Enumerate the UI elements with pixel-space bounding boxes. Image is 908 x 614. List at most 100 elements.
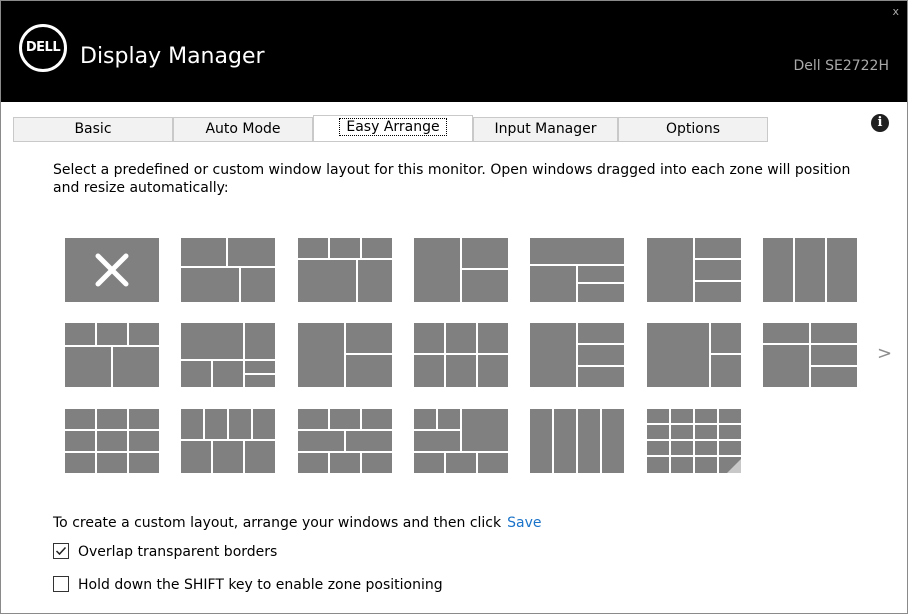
tab-auto-mode[interactable]: Auto Mode	[173, 117, 313, 141]
layout-zone	[245, 323, 275, 359]
layout-zone	[695, 238, 741, 258]
layout-zone	[578, 284, 624, 302]
layout-zone	[671, 409, 693, 423]
layout-option-4-columns[interactable]	[530, 409, 624, 473]
layout-option-4x3-custom[interactable]	[647, 409, 741, 473]
shift-key-label: Hold down the SHIFT key to enable zone p…	[78, 577, 443, 593]
app-window: DELL Display Manager Dell SE2722H x Basi…	[0, 0, 908, 614]
layout-zone	[129, 431, 159, 451]
layout-zone	[462, 409, 508, 451]
layout-option-4top-3bottom[interactable]	[181, 409, 275, 473]
layout-option-3x2-grid[interactable]	[65, 409, 159, 473]
layout-zone	[711, 355, 741, 387]
layout-zone	[811, 323, 857, 343]
layout-option-3-col-split-left[interactable]	[763, 323, 857, 387]
layout-zone	[414, 453, 444, 473]
layout-zone	[362, 409, 392, 429]
layout-option-3top-2bottom[interactable]	[298, 238, 392, 302]
layout-zone	[298, 453, 328, 473]
layout-zone	[181, 441, 211, 473]
layout-option-3-columns[interactable]	[763, 238, 857, 302]
layout-zone	[181, 323, 243, 359]
save-link[interactable]: Save	[507, 515, 541, 531]
layout-option-3top-2bottom-wide[interactable]	[65, 323, 159, 387]
tab-options[interactable]: Options	[618, 117, 768, 141]
layout-zone	[129, 323, 159, 345]
layout-zone	[298, 431, 344, 451]
layout-zone	[97, 323, 127, 345]
layout-option-left-3right[interactable]	[530, 323, 624, 387]
layout-zone	[602, 409, 624, 473]
layout-zone	[330, 453, 360, 473]
layout-zone	[462, 238, 508, 268]
layout-zone	[414, 238, 460, 302]
layout-zone	[229, 409, 251, 439]
layout-zone	[346, 431, 392, 451]
next-page-arrow[interactable]: >	[877, 343, 892, 365]
layout-zone	[827, 238, 857, 302]
layout-zone	[462, 270, 508, 302]
layout-zone	[578, 266, 624, 282]
description-text: Select a predefined or custom window lay…	[53, 162, 851, 196]
close-button[interactable]: x	[892, 5, 899, 19]
layout-zone	[578, 367, 624, 387]
tab-basic[interactable]: Basic	[13, 117, 173, 141]
layout-zone	[554, 409, 576, 473]
layout-option-left-right-split-right-2[interactable]	[530, 238, 624, 302]
layout-zone	[671, 441, 693, 455]
info-icon[interactable]: i	[871, 114, 889, 132]
layout-zone	[253, 409, 275, 439]
layout-zone	[228, 238, 275, 266]
layout-zone	[330, 238, 360, 258]
layout-zone	[181, 238, 226, 266]
layout-zone	[414, 409, 436, 429]
layout-option-none[interactable]	[65, 238, 159, 302]
tab-easy-arrange[interactable]: Easy Arrange	[313, 115, 473, 142]
layout-zone	[671, 425, 693, 439]
layout-zone	[763, 323, 809, 343]
layout-zone	[414, 323, 444, 353]
layout-zone	[530, 266, 576, 302]
layout-zone	[478, 323, 508, 353]
layout-option-4top-3bottom-wide[interactable]	[414, 409, 508, 473]
shift-key-option[interactable]: Hold down the SHIFT key to enable zone p…	[53, 576, 443, 594]
layout-option-left-right-split-right-3[interactable]	[181, 323, 275, 387]
overlap-borders-option[interactable]: Overlap transparent borders	[53, 543, 277, 561]
layout-option-left-2right[interactable]	[298, 323, 392, 387]
overlap-borders-checkbox[interactable]	[53, 543, 69, 559]
layout-zone	[446, 453, 476, 473]
layout-zone	[181, 268, 239, 302]
layout-zone	[478, 453, 508, 473]
layout-option-3top-3bottom-alt[interactable]	[298, 409, 392, 473]
tab-label: Options	[665, 121, 721, 137]
layout-zone	[330, 409, 360, 429]
layout-zone	[647, 323, 709, 387]
layout-zone	[129, 409, 159, 429]
shift-key-checkbox[interactable]	[53, 576, 69, 592]
layout-zone	[695, 409, 717, 423]
layout-zone	[811, 345, 857, 365]
layout-option-left-right-stacked-right[interactable]	[647, 238, 741, 302]
layout-zone	[181, 409, 203, 439]
layout-zone	[298, 409, 328, 429]
layout-option-3top-3bottom[interactable]	[414, 323, 508, 387]
layout-zone	[65, 431, 95, 451]
layout-option-2-columns-split[interactable]	[647, 323, 741, 387]
layout-zone	[647, 425, 669, 439]
layout-zone	[671, 457, 693, 473]
layout-option-2top-2bottom-offset[interactable]	[181, 238, 275, 302]
layout-zone	[578, 409, 600, 473]
layout-zone	[213, 441, 243, 473]
layout-zone	[97, 431, 127, 451]
tab-input-manager[interactable]: Input Manager	[473, 117, 618, 141]
layout-zone	[438, 409, 460, 429]
custom-layout-hint: To create a custom layout, arrange your …	[53, 514, 541, 532]
layout-zone	[695, 260, 741, 280]
tab-label: Auto Mode	[205, 121, 281, 137]
tab-divider	[13, 141, 768, 142]
tab-label: Input Manager	[494, 121, 597, 137]
layout-option-left-right-split-right[interactable]	[414, 238, 508, 302]
layout-zone	[795, 238, 825, 302]
tab-label: Easy Arrange	[339, 118, 447, 136]
layout-zone	[298, 238, 328, 258]
